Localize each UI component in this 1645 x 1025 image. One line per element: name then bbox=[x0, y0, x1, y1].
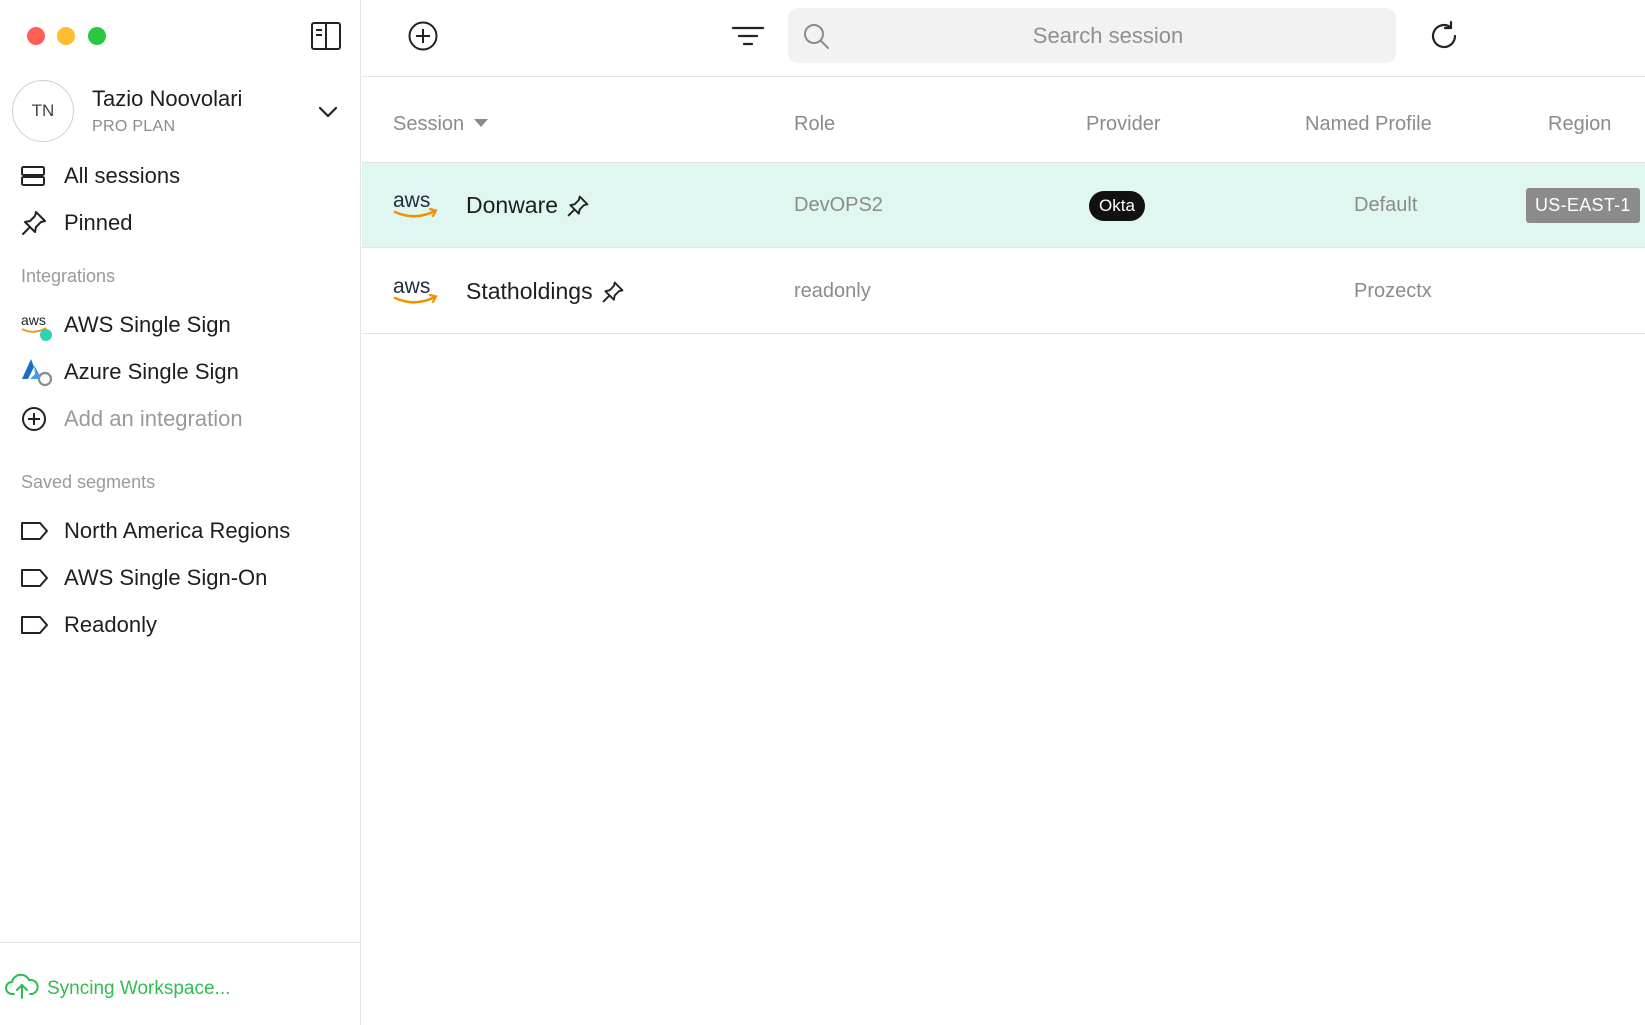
sidebar-item-label: AWS Single Sign bbox=[64, 312, 231, 337]
chevron-down-icon[interactable] bbox=[316, 100, 340, 124]
sidebar: TN Tazio Noovolari PRO PLAN All sessions… bbox=[0, 0, 361, 1025]
window-close-button[interactable] bbox=[27, 27, 45, 45]
sidebar-item-label: North America Regions bbox=[64, 518, 291, 543]
aws-logo-icon: aws bbox=[20, 310, 54, 341]
sidebar-item-aws-integration[interactable]: aws AWS Single Sign bbox=[20, 305, 340, 345]
azure-logo-icon bbox=[20, 357, 54, 387]
column-header-label: Session bbox=[393, 113, 465, 135]
table-row[interactable]: aws Donware DevOPS2 Okta Default US-EAST… bbox=[362, 163, 1645, 248]
named-profile-cell: Default bbox=[1354, 194, 1418, 216]
main-panel: Session Role Provider Named Profile Regi… bbox=[362, 0, 1645, 1025]
avatar: TN bbox=[12, 80, 74, 142]
sidebar-footer: Syncing Workspace... bbox=[0, 942, 361, 1025]
provider-cell: Okta bbox=[1089, 163, 1145, 248]
column-header-role[interactable]: Role bbox=[794, 113, 835, 136]
pin-icon[interactable] bbox=[566, 194, 590, 218]
tag-icon bbox=[20, 516, 54, 546]
session-name-cell: Donware bbox=[466, 163, 590, 248]
svg-text:aws: aws bbox=[393, 275, 430, 298]
sidebar-toggle-icon[interactable] bbox=[309, 20, 343, 52]
tag-icon bbox=[20, 610, 54, 640]
sidebar-item-segment-north-america[interactable]: North America Regions bbox=[20, 511, 340, 551]
add-integration-button[interactable]: Add an integration bbox=[20, 399, 340, 439]
filter-icon[interactable] bbox=[730, 20, 766, 52]
role-cell: DevOPS2 bbox=[794, 194, 883, 216]
window-minimize-button[interactable] bbox=[57, 27, 75, 45]
sync-status[interactable]: Syncing Workspace... bbox=[5, 973, 230, 1004]
column-header-region[interactable]: Region bbox=[1548, 113, 1611, 136]
sidebar-item-segment-readonly[interactable]: Readonly bbox=[20, 605, 340, 645]
sort-descending-icon bbox=[474, 118, 489, 127]
svg-text:aws: aws bbox=[21, 312, 46, 328]
session-name-cell: Statholdings bbox=[466, 249, 625, 334]
account-name: Tazio Noovolari bbox=[92, 86, 243, 111]
account-plan: PRO PLAN bbox=[92, 118, 176, 135]
sidebar-item-pinned[interactable]: Pinned bbox=[20, 203, 340, 243]
saved-segments-section-title: Saved segments bbox=[21, 472, 156, 492]
named-profile-cell: Prozectx bbox=[1354, 280, 1432, 302]
sidebar-item-segment-aws-sso[interactable]: AWS Single Sign-On bbox=[20, 558, 340, 598]
table-header: Session Role Provider Named Profile Regi… bbox=[362, 77, 1645, 163]
pin-icon[interactable] bbox=[601, 280, 625, 304]
integrations-section-title: Integrations bbox=[21, 266, 116, 286]
plus-circle-icon bbox=[20, 404, 54, 434]
column-header-provider[interactable]: Provider bbox=[1086, 113, 1160, 136]
sidebar-item-label: Pinned bbox=[64, 210, 133, 235]
status-connected-icon bbox=[40, 329, 52, 341]
aws-logo-icon: aws bbox=[393, 189, 438, 218]
search-icon bbox=[802, 22, 830, 50]
provider-badge: Okta bbox=[1089, 190, 1145, 221]
toolbar bbox=[362, 0, 1645, 77]
column-header-named-profile[interactable]: Named Profile bbox=[1305, 113, 1432, 136]
search-input[interactable] bbox=[838, 8, 1378, 63]
role-cell: readonly bbox=[794, 280, 871, 302]
cloud-upload-icon bbox=[5, 973, 39, 1004]
sidebar-item-label: Azure Single Sign bbox=[64, 359, 239, 384]
sessions-list-icon bbox=[20, 161, 54, 191]
sync-label: Syncing Workspace... bbox=[47, 977, 231, 999]
sidebar-item-label: Add an integration bbox=[64, 406, 243, 431]
region-badge: US-EAST-1 bbox=[1526, 188, 1640, 223]
pin-icon bbox=[20, 208, 54, 238]
svg-text:aws: aws bbox=[393, 189, 430, 212]
sidebar-item-label: All sessions bbox=[64, 163, 181, 188]
sidebar-item-azure-integration[interactable]: Azure Single Sign bbox=[20, 352, 340, 392]
column-header-session[interactable]: Session bbox=[393, 113, 489, 136]
account-switcher[interactable]: TN Tazio Noovolari PRO PLAN bbox=[12, 80, 352, 144]
region-cell: US-EAST-1 bbox=[1526, 163, 1640, 248]
sidebar-item-label: Readonly bbox=[64, 612, 157, 637]
sidebar-item-all-sessions[interactable]: All sessions bbox=[20, 156, 340, 196]
refresh-icon[interactable] bbox=[1426, 18, 1462, 54]
session-name: Donware bbox=[466, 192, 559, 218]
tag-icon bbox=[20, 563, 54, 593]
session-name: Statholdings bbox=[466, 278, 593, 304]
search-bar bbox=[788, 8, 1396, 63]
window-maximize-button[interactable] bbox=[88, 27, 106, 45]
aws-logo-icon: aws bbox=[393, 275, 438, 304]
sidebar-item-label: AWS Single Sign-On bbox=[64, 565, 268, 590]
table-row[interactable]: aws Statholdings readonly Prozectx bbox=[362, 249, 1645, 334]
add-session-button[interactable] bbox=[406, 19, 440, 53]
